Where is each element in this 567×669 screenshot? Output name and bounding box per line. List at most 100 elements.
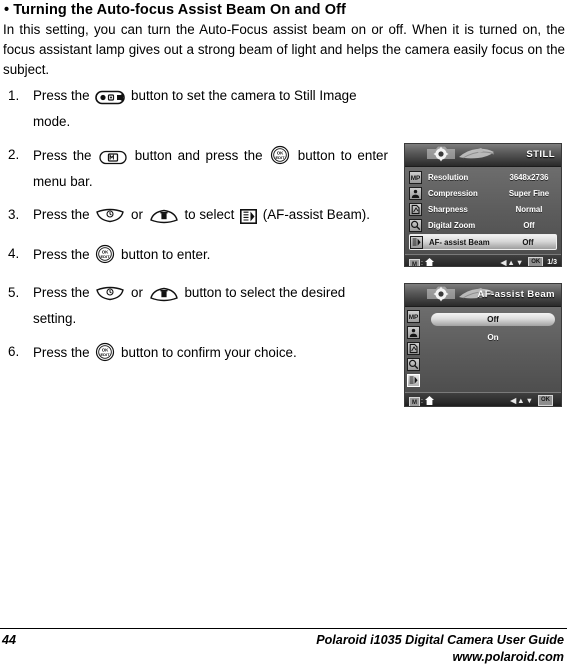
step-text-pre: Press the	[33, 345, 90, 360]
lcd-header: STILL	[405, 144, 561, 167]
digital-zoom-icon	[409, 219, 422, 232]
home-icon	[424, 395, 435, 406]
list-item: 6. Press the OK EDIT button to confirm y…	[3, 342, 388, 369]
menu-label: AF- assist Beam	[429, 237, 490, 247]
tools-tab-icon	[459, 148, 495, 159]
manual-page: • Turning the Auto-focus Assist Beam On …	[0, 0, 567, 669]
step-text-mid: or	[131, 207, 143, 222]
step-text-post: button to confirm your choice.	[121, 345, 297, 360]
step-text-pre: Press the	[33, 148, 92, 163]
svg-text:MP: MP	[411, 175, 421, 182]
step-text: Press the button and press the OK EDIT b…	[33, 145, 388, 192]
lcd-footer-right: ◀▲▼ OK 1/3	[500, 257, 557, 267]
menu-button-hint-icon: M	[409, 258, 420, 266]
delete-down-button-icon	[149, 208, 179, 231]
step-text: Press the button to set the camera to St…	[33, 86, 388, 132]
step-text-pre: Press the	[33, 285, 90, 300]
camera-settings-tab-icon	[427, 146, 455, 162]
option-off[interactable]: Off	[431, 313, 555, 326]
lcd-footer-left: M :	[409, 257, 435, 267]
svg-text:EDIT: EDIT	[101, 352, 111, 357]
sharpness-icon	[409, 203, 422, 216]
ok-edit-button-icon: OK EDIT	[95, 244, 115, 271]
menu-row-compression[interactable]: Compression Super Fine	[409, 186, 557, 201]
menu-value: Normal	[515, 205, 543, 214]
digital-zoom-icon[interactable]	[407, 358, 420, 371]
compression-icon[interactable]	[407, 326, 420, 339]
lcd-header: AF-assist Beam	[405, 284, 561, 307]
ok-edit-button-icon: OK EDIT	[95, 342, 115, 369]
list-item: 2. Press the button and press the OK EDI…	[3, 145, 388, 192]
menu-value: 3648x2736	[509, 173, 549, 182]
self-timer-up-button-icon	[95, 286, 125, 309]
step-text-mid: or	[131, 285, 143, 300]
lcd-footer-left: M :	[409, 395, 435, 406]
lcd-tab-icons	[423, 145, 501, 166]
page-counter: 1/3	[547, 259, 557, 266]
mode-selector-button-icon	[95, 90, 126, 112]
lcd-title: STILL	[526, 149, 555, 160]
lcd-footer: M : ◀▲▼ OK 1/3	[405, 254, 561, 267]
menu-row-resolution[interactable]: MP Resolution 3648x2736	[409, 170, 557, 185]
list-item: 1. Press the button to set the camera to…	[3, 86, 388, 132]
intro-paragraph: In this setting, you can turn the Auto-F…	[3, 22, 565, 77]
sharpness-icon[interactable]	[407, 342, 420, 355]
self-timer-up-button-icon	[95, 208, 125, 231]
svg-text:EDIT: EDIT	[276, 155, 286, 160]
step-number: 1.	[8, 88, 20, 103]
step-text: Press the OK EDIT button to enter.	[33, 244, 388, 271]
svg-text:MP: MP	[409, 314, 419, 321]
page-heading: • Turning the Auto-focus Assist Beam On …	[4, 2, 346, 18]
step-text: Press the OK EDIT button to confirm your…	[33, 342, 388, 369]
step-text-post: button to enter.	[121, 246, 211, 262]
list-item: 5. Press the or button to select the des…	[3, 283, 388, 329]
ok-hint-icon: OK	[528, 257, 544, 266]
lcd-option-list: Off On	[431, 313, 555, 349]
menu-label: Resolution	[428, 173, 469, 182]
nav-arrows-icon: ◀▲▼	[500, 258, 525, 267]
footer-colon: :	[421, 260, 423, 267]
lcd-footer: M : ◀▲▼ OK	[405, 392, 561, 406]
af-assist-beam-icon	[410, 235, 423, 249]
menu-button-icon	[99, 150, 127, 172]
menu-label: Compression	[428, 189, 478, 198]
list-item: 3. Press the or to select (AF-assist Bea…	[3, 205, 388, 231]
menu-label: Sharpness	[428, 205, 468, 214]
af-assist-beam-icon[interactable]	[407, 374, 420, 387]
svg-text:EDIT: EDIT	[101, 254, 111, 259]
af-assist-beam-icon	[240, 209, 258, 231]
step-text-pre: Press the	[33, 207, 90, 222]
camera-lcd-af-assist-select: AF-assist Beam MP Off On M: ◀▲▼ OK	[404, 283, 562, 407]
list-item: 4. Press the OK EDIT button to enter.	[3, 244, 388, 271]
step-number: 4.	[8, 245, 20, 261]
step-text-mid2: to select	[184, 207, 235, 222]
guide-title: Polaroid i1035 Digital Camera User Guide	[316, 633, 564, 647]
step-text-post: (AF-assist Beam).	[262, 207, 370, 222]
lcd-sidebar-icons: MP	[407, 310, 423, 390]
lcd-footer-right: ◀▲▼ OK	[510, 395, 557, 406]
menu-row-af-assist-beam[interactable]: AF- assist Beam Off	[409, 234, 557, 250]
lcd-menu-rows: MP Resolution 3648x2736 Compression Supe…	[405, 167, 561, 254]
step-number: 5.	[8, 285, 20, 300]
step-text: Press the or button to select the desire…	[33, 283, 388, 329]
compression-icon	[409, 187, 422, 200]
resolution-mp-icon[interactable]: MP	[407, 310, 420, 323]
menu-row-sharpness[interactable]: Sharpness Normal	[409, 202, 557, 217]
ok-edit-button-icon: OK EDIT	[270, 145, 290, 172]
website-url[interactable]: www.polaroid.com	[453, 650, 565, 664]
ok-hint-icon: OK	[538, 395, 553, 406]
lcd-title: AF-assist Beam	[477, 289, 555, 300]
page-number: 44	[2, 633, 17, 647]
step-number: 6.	[8, 344, 20, 359]
menu-value: Super Fine	[508, 189, 550, 198]
step-text-pre: Press the	[33, 246, 90, 262]
nav-arrows-icon: ◀▲▼	[510, 396, 534, 405]
option-on[interactable]: On	[431, 331, 555, 344]
menu-row-digital-zoom[interactable]: Digital Zoom Off	[409, 218, 557, 233]
menu-button-hint-icon: M	[409, 396, 420, 406]
footer-colon: :	[421, 398, 423, 405]
step-number: 3.	[8, 207, 20, 222]
home-icon	[424, 257, 435, 266]
footer-divider	[0, 628, 567, 629]
step-number: 2.	[8, 147, 20, 162]
